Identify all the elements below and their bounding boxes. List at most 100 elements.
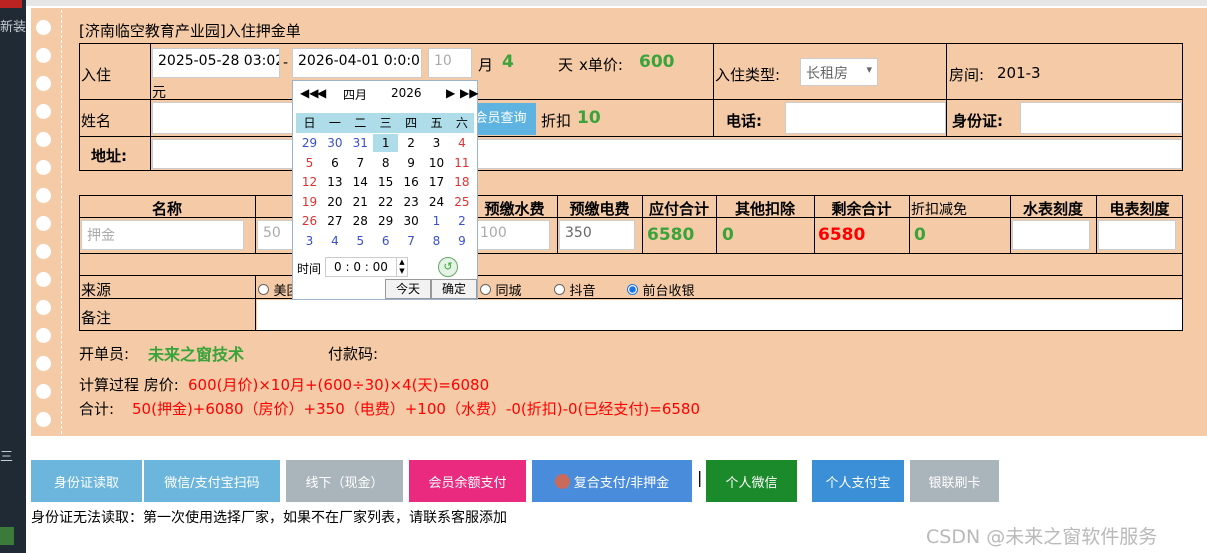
member-query-label: 会员查询: [477, 111, 527, 126]
elec-fee-input[interactable]: 350: [559, 220, 635, 250]
calendar-day[interactable]: 31: [348, 134, 373, 152]
calendar-day[interactable]: 5: [297, 154, 322, 172]
calendar-day[interactable]: 8: [424, 232, 449, 250]
blank-row: [79, 253, 1183, 276]
calendar-day[interactable]: 6: [322, 154, 347, 172]
calendar-month[interactable]: 四月: [343, 86, 367, 106]
calendar-day[interactable]: 24: [424, 193, 449, 211]
punch-hole: [36, 104, 51, 119]
calendar-day[interactable]: 9: [399, 154, 424, 172]
fee-header-water-meter: 水表刻度: [1022, 200, 1083, 218]
calendar-day[interactable]: 28: [348, 212, 373, 230]
operator-value: 未来之窗技术: [148, 345, 245, 364]
fee-name-input[interactable]: 押金: [81, 220, 244, 250]
checkin-type-select[interactable]: 长租房 ▾: [800, 58, 878, 86]
punch-hole: [36, 244, 51, 259]
source-label: 来源: [81, 281, 112, 299]
next-month-icon[interactable]: ▶: [446, 86, 455, 106]
end-date-input[interactable]: 2026-04-01 0:0:0: [292, 48, 422, 78]
calendar-day[interactable]: 4: [449, 134, 474, 152]
calendar-day[interactable]: 3: [297, 232, 322, 250]
calendar-day[interactable]: 29: [373, 212, 398, 230]
calendar-day[interactable]: 1: [424, 212, 449, 230]
months-input[interactable]: 10: [428, 48, 472, 78]
start-date-input[interactable]: 2025-05-28 03:02: [152, 48, 280, 78]
payment-button-8[interactable]: 银联刷卡: [910, 460, 999, 502]
calendar-day[interactable]: 26: [297, 212, 322, 230]
divider: [713, 43, 714, 100]
prev-month-icon[interactable]: ◀: [317, 86, 326, 106]
name-input[interactable]: [152, 102, 297, 134]
calendar-day[interactable]: 12: [297, 173, 322, 191]
member-query-button[interactable]: 会员查询: [477, 103, 536, 135]
address-label: 地址:: [91, 147, 127, 165]
calendar-day[interactable]: 30: [399, 212, 424, 230]
payment-button-7[interactable]: 个人支付宝: [812, 460, 904, 502]
elec-meter-input[interactable]: [1098, 220, 1176, 250]
calendar-day[interactable]: 22: [373, 193, 398, 211]
calendar-day[interactable]: 14: [348, 173, 373, 191]
calendar-day[interactable]: 20: [322, 193, 347, 211]
calc-total-label: 合计:: [79, 400, 115, 418]
calendar-day[interactable]: 16: [399, 173, 424, 191]
payment-button-4[interactable]: 会员余额支付: [409, 460, 526, 502]
calendar-day[interactable]: 7: [399, 232, 424, 250]
phone-input[interactable]: [785, 102, 946, 134]
calendar-day[interactable]: 2: [399, 134, 424, 152]
left-panel-marker: [0, 527, 14, 545]
divider: [150, 99, 151, 137]
calendar-day[interactable]: 10: [424, 154, 449, 172]
source-option-douyin[interactable]: 抖音: [554, 280, 595, 299]
water-fee-input[interactable]: 100: [474, 220, 550, 250]
calendar-day[interactable]: 29: [297, 134, 322, 152]
calendar-day[interactable]: 19: [297, 193, 322, 211]
confirm-button[interactable]: 确定: [431, 279, 477, 299]
time-spinner-icon[interactable]: ▲ ▼: [396, 257, 408, 277]
source-option-front-desk[interactable]: 前台收银: [627, 280, 694, 299]
remark-input[interactable]: [257, 300, 1182, 330]
calendar-day[interactable]: 1: [373, 134, 399, 152]
divider: [150, 43, 151, 100]
calendar-day[interactable]: 3: [424, 134, 449, 152]
weekday-label: 六: [455, 116, 468, 130]
calendar-day[interactable]: 18: [449, 173, 474, 191]
payment-button-1[interactable]: 身份证读取: [31, 460, 142, 502]
calendar-day[interactable]: 6: [373, 232, 398, 250]
calendar-day[interactable]: 9: [449, 232, 474, 250]
divider: [713, 99, 714, 137]
day-unit: 天: [558, 56, 574, 74]
clear-time-icon[interactable]: ↺: [438, 257, 458, 277]
calendar-day[interactable]: 15: [373, 173, 398, 191]
calendar-day[interactable]: 5: [348, 232, 373, 250]
calendar-year[interactable]: 2026: [391, 86, 422, 106]
payment-button-5[interactable]: 复合支付/非押金: [532, 460, 692, 502]
today-button[interactable]: 今天: [385, 279, 431, 299]
payment-button-2[interactable]: 微信/支付宝扫码: [144, 460, 280, 502]
checkin-type-label: 入住类型:: [715, 66, 781, 84]
prev-year-icon[interactable]: ◀◀: [300, 86, 318, 106]
calendar-day[interactable]: 21: [348, 193, 373, 211]
source-option-tongcheng[interactable]: 同城: [480, 280, 521, 299]
water-meter-input[interactable]: [1012, 220, 1090, 250]
payment-button-label: 会员余额支付: [428, 475, 507, 491]
time-input[interactable]: 0 : 0 : 00: [325, 257, 397, 277]
calendar-day[interactable]: 30: [322, 134, 347, 152]
calendar-day[interactable]: 7: [348, 154, 373, 172]
id-input[interactable]: [1020, 102, 1182, 134]
calendar-day[interactable]: 11: [449, 154, 474, 172]
calendar-day[interactable]: 17: [424, 173, 449, 191]
calendar-day[interactable]: 23: [399, 193, 424, 211]
calendar-day[interactable]: 4: [322, 232, 347, 250]
divider: [150, 136, 151, 171]
divider: [255, 195, 256, 254]
calendar-day[interactable]: 13: [322, 173, 347, 191]
payment-button-3[interactable]: 线下（现金）: [286, 460, 403, 502]
discount-value: 10: [577, 108, 601, 128]
payment-button-6[interactable]: 个人微信: [706, 460, 797, 502]
calendar-day[interactable]: 8: [373, 154, 398, 172]
calendar-day[interactable]: 2: [449, 212, 474, 230]
next-year-icon[interactable]: ▶▶: [460, 86, 478, 106]
calendar-day[interactable]: 27: [322, 212, 347, 230]
calendar-day[interactable]: 25: [449, 193, 474, 211]
deposit-input[interactable]: 50: [257, 220, 297, 250]
